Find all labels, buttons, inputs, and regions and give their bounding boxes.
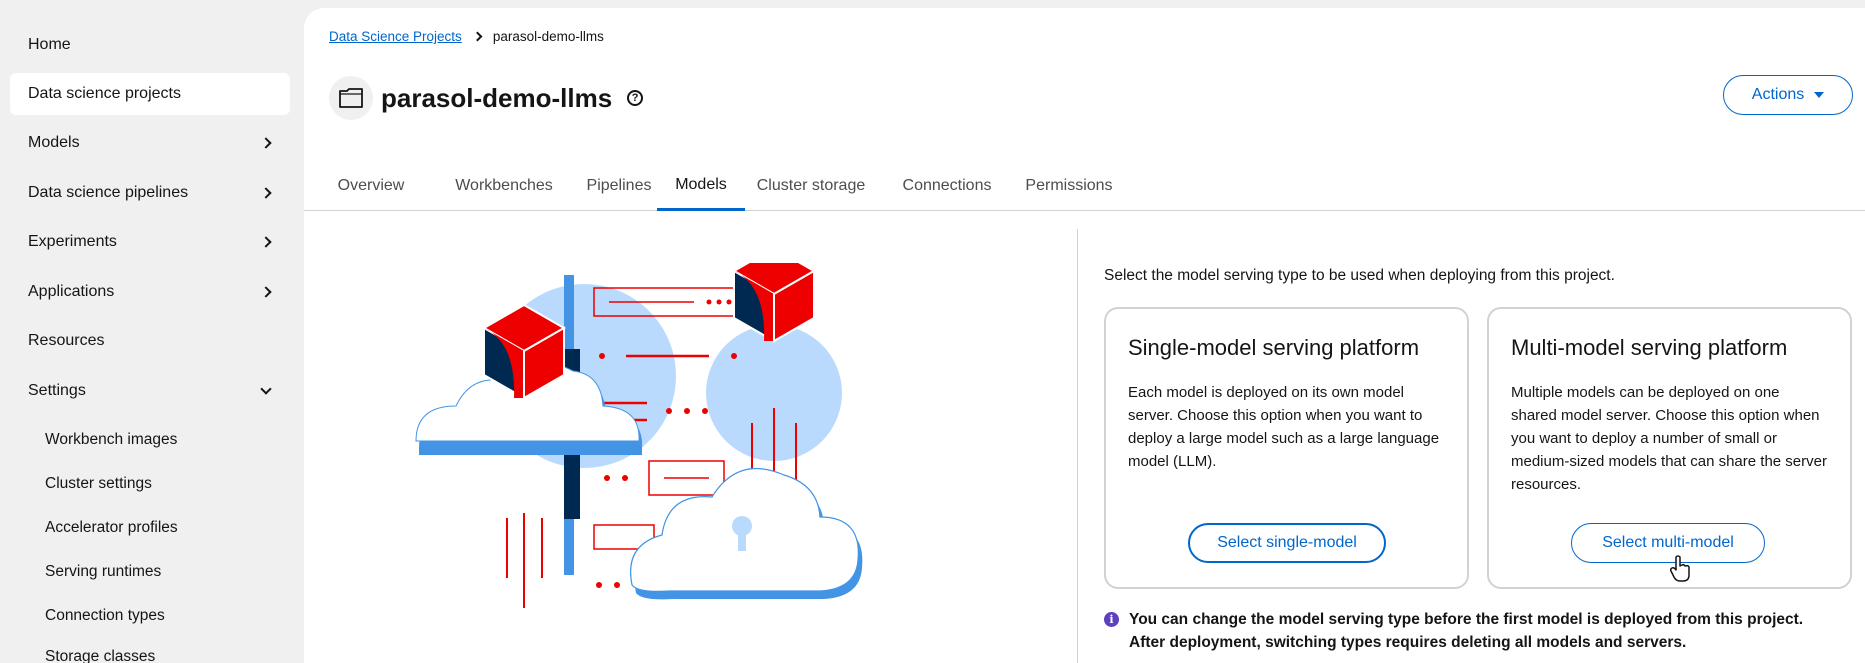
sidebar-subitem-accelerator-profiles[interactable]: Accelerator profiles xyxy=(10,509,290,547)
tab-models[interactable]: Models xyxy=(657,161,745,211)
sidebar-subitem-label: Storage classes xyxy=(45,648,156,663)
breadcrumb-current: parasol-demo-llms xyxy=(492,29,604,44)
sidebar-item-experiments[interactable]: Experiments xyxy=(10,221,290,263)
sidebar-item-home[interactable]: Home xyxy=(10,24,290,66)
sidebar-item-data-science-projects[interactable]: Data science projects xyxy=(10,73,290,115)
vertical-divider xyxy=(1077,229,1078,663)
chevron-down-icon xyxy=(260,383,272,395)
chevron-right-icon xyxy=(260,286,272,298)
chevron-right-icon xyxy=(260,137,272,149)
breadcrumb: Data Science Projects parasol-demo-llms xyxy=(329,29,604,44)
sidebar-subitem-serving-runtimes[interactable]: Serving runtimes xyxy=(10,553,290,591)
tab-label: Cluster storage xyxy=(756,177,866,194)
page-title: parasol-demo-llms xyxy=(381,82,613,113)
tab-workbenches[interactable]: Workbenches xyxy=(434,161,574,211)
project-icon xyxy=(329,76,373,120)
sidebar-item-settings[interactable]: Settings xyxy=(10,370,290,412)
sidebar-item-label: Settings xyxy=(28,382,86,399)
single-model-description: Each model is deployed on its own model … xyxy=(1128,384,1440,470)
sidebar-item-label: Applications xyxy=(28,283,115,300)
button-label: Select single-model xyxy=(1217,534,1357,551)
tab-connections[interactable]: Connections xyxy=(892,161,1002,211)
tab-label: Models xyxy=(675,175,727,193)
sidebar-subitem-workbench-images[interactable]: Workbench images xyxy=(10,421,290,459)
sidebar-item-models[interactable]: Models xyxy=(10,122,290,164)
project-tabs: Overview Workbenches Pipelines Models Cl… xyxy=(304,161,1865,211)
actions-dropdown-button[interactable]: Actions xyxy=(1723,75,1853,115)
actions-label: Actions xyxy=(1751,86,1805,103)
sidebar-subitem-cluster-settings[interactable]: Cluster settings xyxy=(10,465,290,503)
tab-label: Connections xyxy=(902,177,992,194)
sidebar-item-applications[interactable]: Applications xyxy=(10,271,290,313)
chevron-right-icon xyxy=(260,187,272,199)
multi-model-title: Multi-model serving platform xyxy=(1511,335,1788,360)
hand-cursor-icon xyxy=(1670,555,1690,582)
sidebar-item-label: Home xyxy=(28,36,71,53)
tab-label: Pipelines xyxy=(586,177,652,194)
main-panel: Data Science Projects parasol-demo-llms … xyxy=(304,8,1865,663)
sidebar-item-pipelines[interactable]: Data science pipelines xyxy=(10,172,290,214)
sidebar-item-label: Models xyxy=(28,134,80,151)
sidebar-item-resources[interactable]: Resources xyxy=(10,320,290,362)
sidebar-subitem-storage-classes[interactable]: Storage classes xyxy=(10,638,290,663)
single-model-title: Single-model serving platform xyxy=(1128,335,1420,360)
sidebar-subitem-connection-types[interactable]: Connection types xyxy=(10,597,290,635)
sidebar-subitem-label: Cluster settings xyxy=(45,475,152,492)
multi-model-description: Multiple models can be deployed on one s… xyxy=(1511,384,1827,493)
single-model-card: Single-model serving platform Each model… xyxy=(1104,307,1469,589)
serving-intro-text: Select the model serving type to be used… xyxy=(1104,267,1615,284)
page-header: parasol-demo-llms ? xyxy=(329,76,644,120)
info-alert: i You can change the model serving type … xyxy=(1104,608,1834,654)
button-label: Select multi-model xyxy=(1602,534,1734,551)
chevron-right-icon xyxy=(472,31,483,42)
chevron-right-icon xyxy=(260,236,272,248)
multi-model-card: Multi-model serving platform Multiple mo… xyxy=(1487,307,1852,589)
sidebar-item-label: Data science projects xyxy=(28,85,181,102)
tab-cluster-storage[interactable]: Cluster storage xyxy=(749,161,873,211)
tab-label: Workbenches xyxy=(455,177,553,194)
model-serving-illustration xyxy=(415,263,863,608)
tab-label: Overview xyxy=(337,177,405,194)
sidebar-item-label: Data science pipelines xyxy=(28,184,189,201)
sidebar-subitem-label: Accelerator profiles xyxy=(45,519,178,536)
select-single-model-button[interactable]: Select single-model xyxy=(1188,523,1386,563)
info-icon: i xyxy=(1104,612,1119,627)
tab-permissions[interactable]: Permissions xyxy=(1014,161,1124,211)
tab-label: Permissions xyxy=(1025,177,1113,194)
sidebar-item-label: Resources xyxy=(28,332,105,349)
tab-pipelines[interactable]: Pipelines xyxy=(574,161,664,211)
caret-down-icon xyxy=(1814,92,1825,98)
help-icon[interactable]: ? xyxy=(627,90,644,106)
tab-overview[interactable]: Overview xyxy=(323,161,419,211)
sidebar-subitem-label: Serving runtimes xyxy=(45,563,162,580)
sidebar-subitem-label: Workbench images xyxy=(45,431,178,448)
select-multi-model-button[interactable]: Select multi-model xyxy=(1571,523,1765,563)
alert-text: You can change the model serving type be… xyxy=(1129,611,1804,651)
sidebar-subitem-label: Connection types xyxy=(45,607,165,624)
breadcrumb-link-projects[interactable]: Data Science Projects xyxy=(329,29,462,44)
sidebar: Home Data science projects Models Data s… xyxy=(0,0,302,663)
sidebar-item-label: Experiments xyxy=(28,233,117,250)
